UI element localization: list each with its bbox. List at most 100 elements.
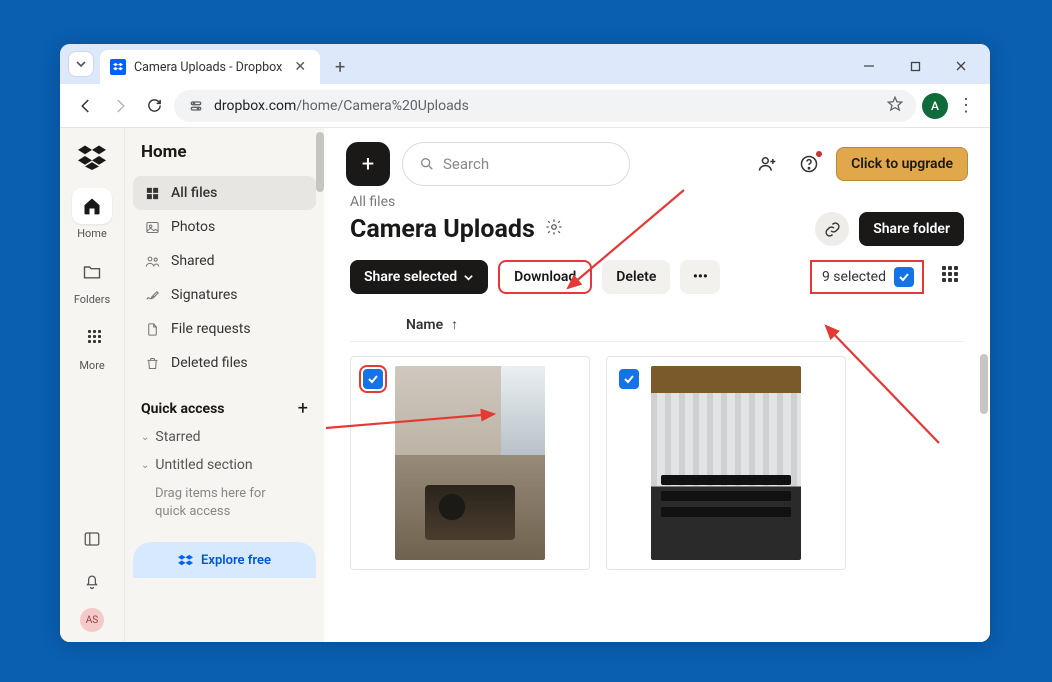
top-bar: + Search Click to upgrade — [324, 128, 990, 194]
selected-count-label: 9 selected — [822, 269, 886, 285]
search-input[interactable]: Search — [402, 142, 630, 186]
folder-icon — [72, 254, 112, 290]
folder-settings-icon[interactable] — [545, 218, 563, 240]
search-placeholder: Search — [443, 155, 489, 173]
breadcrumb[interactable]: All files — [324, 194, 990, 210]
sidebar: Home All files Photos Shared Signatures … — [124, 128, 324, 642]
maximize-button[interactable] — [894, 51, 936, 81]
rail-folders[interactable]: Folders — [68, 248, 116, 312]
file-card[interactable] — [606, 356, 846, 570]
quick-access-hint: Drag items here for quick access — [133, 479, 316, 526]
app-content: Home Folders More AS — [60, 128, 990, 642]
rail-label: Home — [77, 227, 107, 240]
sidebar-label: File requests — [171, 321, 251, 337]
bookmark-icon[interactable] — [886, 95, 904, 117]
action-row: Share selected Download Delete ••• 9 sel… — [324, 256, 990, 306]
site-settings-icon[interactable] — [186, 96, 206, 116]
add-quick-access-button[interactable]: + — [298, 398, 308, 419]
view-grid-button[interactable] — [942, 266, 964, 288]
browser-menu-icon[interactable]: ⋮ — [954, 95, 978, 116]
page-title: Camera Uploads — [350, 215, 535, 244]
explore-free-button[interactable]: Explore free — [133, 542, 316, 578]
file-thumbnail — [651, 366, 801, 560]
back-button[interactable] — [72, 92, 100, 120]
file-checkbox[interactable] — [619, 369, 639, 389]
rail-label: More — [79, 359, 104, 372]
sidebar-item-all-files[interactable]: All files — [133, 176, 316, 210]
more-actions-button[interactable]: ••• — [680, 260, 720, 294]
dropbox-favicon — [110, 59, 126, 75]
sidebar-label: All files — [171, 185, 217, 201]
chevron-down-icon: ⌄ — [141, 432, 149, 443]
minimize-button[interactable] — [848, 51, 890, 81]
address-bar: dropbox.com/home/Camera%20Uploads A ⋮ — [60, 84, 990, 128]
share-folder-button[interactable]: Share folder — [859, 212, 964, 246]
nav-rail: Home Folders More AS — [60, 128, 124, 642]
notification-dot — [816, 151, 822, 157]
rail-home[interactable]: Home — [68, 182, 116, 246]
apps-icon — [72, 320, 112, 356]
url-text: dropbox.com/home/Camera%20Uploads — [214, 98, 469, 114]
sidebar-title: Home — [133, 142, 316, 176]
reload-button[interactable] — [140, 92, 168, 120]
sidebar-item-signatures[interactable]: Signatures — [133, 278, 316, 312]
help-button[interactable] — [794, 149, 824, 179]
selection-counter[interactable]: 9 selected — [810, 260, 924, 294]
tab-title: Camera Uploads - Dropbox — [134, 60, 282, 75]
untitled-section[interactable]: ⌄ Untitled section — [133, 451, 316, 479]
rail-more[interactable]: More — [68, 314, 116, 378]
sidebar-label: Signatures — [171, 287, 238, 303]
copy-link-button[interactable] — [815, 212, 849, 246]
chevron-down-icon: ⌄ — [141, 460, 149, 471]
invite-button[interactable] — [752, 149, 782, 179]
sidebar-label: Shared — [171, 253, 215, 269]
column-header[interactable]: Name ↑ — [350, 306, 964, 342]
trash-icon — [143, 356, 161, 371]
rail-notifications-button[interactable] — [68, 566, 116, 596]
file-checkbox[interactable] — [363, 369, 383, 389]
people-icon — [143, 254, 161, 269]
file-card[interactable] — [350, 356, 590, 570]
sidebar-item-photos[interactable]: Photos — [133, 210, 316, 244]
share-selected-button[interactable]: Share selected — [350, 260, 488, 294]
sidebar-scrollbar[interactable] — [316, 132, 324, 192]
close-tab-icon[interactable]: ✕ — [290, 57, 310, 77]
sort-asc-icon: ↑ — [451, 316, 458, 333]
name-column: Name — [406, 317, 443, 333]
dropbox-logo[interactable] — [78, 142, 106, 170]
sidebar-item-shared[interactable]: Shared — [133, 244, 316, 278]
select-all-checkbox[interactable] — [894, 267, 914, 287]
file-grid — [324, 342, 990, 584]
file-request-icon — [143, 322, 161, 337]
quick-access-header: Quick access + — [133, 398, 316, 423]
chevron-down-icon — [463, 272, 474, 283]
download-button[interactable]: Download — [498, 260, 592, 294]
search-icon — [419, 156, 435, 172]
starred-section[interactable]: ⌄ Starred — [133, 423, 316, 451]
file-thumbnail — [395, 366, 545, 560]
main-panel: + Search Click to upgrade All files Came… — [324, 128, 990, 642]
signature-icon — [143, 288, 161, 303]
new-tab-button[interactable]: + — [326, 53, 354, 81]
browser-tab[interactable]: Camera Uploads - Dropbox ✕ — [100, 50, 320, 84]
tab-search-button[interactable] — [68, 51, 94, 77]
rail-collapse-button[interactable] — [68, 524, 116, 554]
create-button[interactable]: + — [346, 142, 390, 186]
forward-button[interactable] — [106, 92, 134, 120]
upgrade-button[interactable]: Click to upgrade — [836, 147, 968, 181]
close-window-button[interactable] — [940, 51, 982, 81]
profile-avatar[interactable]: A — [922, 93, 948, 119]
title-row: Camera Uploads Share folder — [324, 210, 990, 256]
rail-label: Folders — [74, 293, 110, 306]
sidebar-item-file-requests[interactable]: File requests — [133, 312, 316, 346]
main-scrollbar[interactable] — [980, 354, 988, 414]
rail-user-avatar[interactable]: AS — [80, 608, 104, 632]
tab-strip: Camera Uploads - Dropbox ✕ + — [60, 44, 990, 84]
sidebar-label: Photos — [171, 219, 215, 235]
url-field[interactable]: dropbox.com/home/Camera%20Uploads — [174, 90, 916, 122]
sidebar-label: Deleted files — [171, 355, 248, 371]
browser-window: Camera Uploads - Dropbox ✕ + dropbox.com… — [60, 44, 990, 642]
sidebar-item-deleted[interactable]: Deleted files — [133, 346, 316, 380]
delete-button[interactable]: Delete — [602, 260, 670, 294]
window-controls — [848, 51, 982, 81]
